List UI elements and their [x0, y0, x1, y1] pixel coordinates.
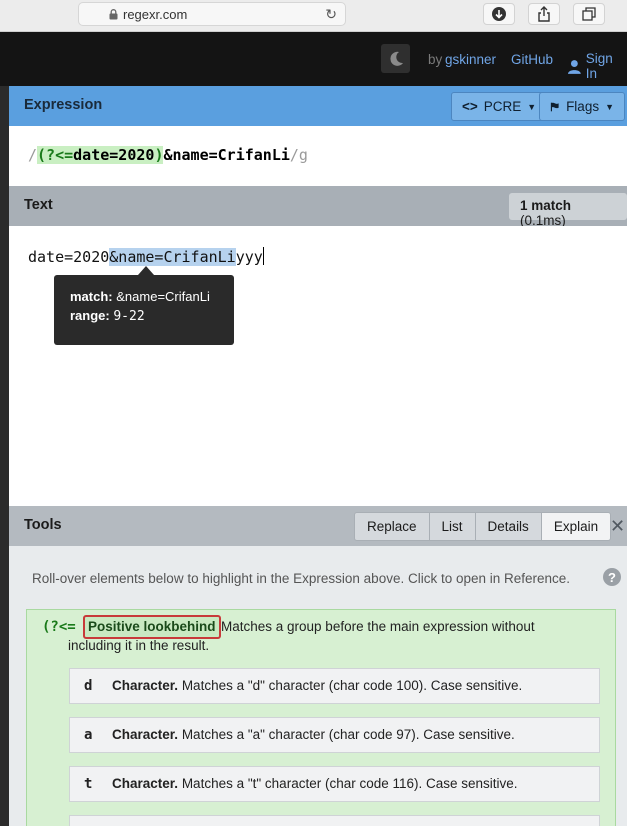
address-url: regexr.com — [123, 7, 188, 22]
match-count: 1 match — [520, 198, 572, 213]
address-bar[interactable]: regexr.com ↻ — [78, 2, 346, 26]
theme-toggle-button[interactable] — [381, 44, 410, 73]
match-tooltip: match: &name=CrifanLi range: 9-22 — [54, 275, 234, 345]
tooltip-range-label: range: — [70, 308, 110, 323]
tab-list[interactable]: List — [428, 512, 475, 541]
expression-open-slash: / — [28, 146, 38, 164]
char-explanation-row[interactable]: d Character. Matches a "d" character (ch… — [69, 668, 600, 704]
download-icon — [492, 7, 506, 21]
help-icon[interactable]: ? — [603, 568, 621, 586]
char-description: Matches a "a" character (char code 97). … — [181, 727, 515, 742]
char-token: a — [84, 727, 93, 743]
char-token: t — [84, 776, 93, 792]
engine-dropdown[interactable]: <> PCRE ▼ — [451, 92, 548, 121]
tools-title: Tools — [24, 517, 62, 533]
flags-label: Flags — [566, 99, 600, 114]
expression-flags-suffix: /g — [289, 146, 308, 164]
tooltip-match-label: match: — [70, 289, 113, 304]
expression-lookbehind[interactable]: (?<=date=2020) — [37, 146, 164, 164]
flag-icon — [550, 102, 559, 111]
tooltip-match-value: &name=CrifanLi — [116, 289, 210, 304]
test-text[interactable]: date=2020&name=CrifanLiyyy — [28, 247, 264, 266]
char-kind: Character. — [112, 727, 179, 742]
downloads-button[interactable] — [483, 3, 515, 25]
tabs-icon — [582, 7, 596, 21]
github-link[interactable]: GitHub — [511, 52, 553, 67]
expression-text[interactable]: /(?<=date=2020)&name=CrifanLi/g — [28, 146, 308, 164]
char-explanation-row-partial[interactable] — [69, 815, 600, 826]
flags-dropdown[interactable]: Flags ▼ — [539, 92, 625, 121]
tab-replace[interactable]: Replace — [354, 512, 429, 541]
explain-hint: Roll-over elements below to highlight in… — [32, 571, 571, 586]
moon-icon — [389, 51, 403, 66]
share-icon — [538, 6, 550, 22]
share-button[interactable] — [528, 3, 560, 25]
text-editor[interactable] — [9, 226, 627, 506]
expression-rest: &name=CrifanLi — [163, 146, 290, 164]
text-after-match: yyy — [235, 248, 263, 266]
expression-title: Expression — [24, 97, 103, 113]
lookbehind-description-line2: including it in the result. — [68, 638, 210, 653]
char-kind: Character. — [112, 678, 179, 693]
char-description: Matches a "d" character (char code 100).… — [181, 678, 523, 693]
left-rail — [0, 86, 9, 826]
close-icon[interactable]: ✕ — [610, 516, 625, 537]
text-caret — [262, 247, 264, 265]
engine-label: PCRE — [483, 99, 522, 114]
code-brackets-icon: <> — [462, 99, 478, 114]
char-kind: Character. — [112, 776, 179, 791]
caret-down-icon: ▼ — [605, 101, 614, 112]
char-description: Matches a "t" character (char code 116).… — [181, 776, 518, 791]
tooltip-range-value: 9-22 — [113, 309, 145, 324]
tab-details[interactable]: Details — [474, 512, 541, 541]
char-token: d — [84, 678, 93, 694]
tabs-button[interactable] — [573, 3, 605, 25]
text-match-highlight[interactable]: &name=CrifanLi — [109, 248, 236, 266]
sign-in-label: Sign In — [585, 51, 613, 81]
lookbehind-open-token: (?<= — [37, 146, 74, 164]
lookbehind-description-line1: Matches a group before the main expressi… — [221, 619, 535, 634]
tooltip-arrow — [138, 266, 154, 275]
lookbehind-content: date=2020 — [73, 146, 155, 164]
tab-explain[interactable]: Explain — [540, 512, 612, 541]
user-icon — [567, 59, 581, 74]
lookbehind-name-link[interactable]: Positive lookbehind — [83, 615, 221, 639]
author-link[interactable]: gskinner — [445, 52, 496, 67]
lock-icon — [109, 9, 118, 20]
char-explanation-row[interactable]: t Character. Matches a "t" character (ch… — [69, 766, 600, 802]
reload-icon[interactable]: ↻ — [325, 6, 337, 23]
caret-down-icon: ▼ — [527, 101, 537, 112]
match-count-badge: 1 match (0.1ms) — [509, 193, 627, 228]
char-explanation-row[interactable]: a Character. Matches a "a" character (ch… — [69, 717, 600, 753]
text-before-match: date=2020 — [28, 248, 110, 266]
sign-in-link[interactable]: Sign In — [567, 51, 627, 81]
text-title: Text — [24, 197, 53, 213]
tools-tabs: Replace List Details Explain — [354, 512, 612, 541]
author-by-label: by — [428, 52, 443, 67]
lookbehind-token: (?<= — [42, 619, 76, 635]
